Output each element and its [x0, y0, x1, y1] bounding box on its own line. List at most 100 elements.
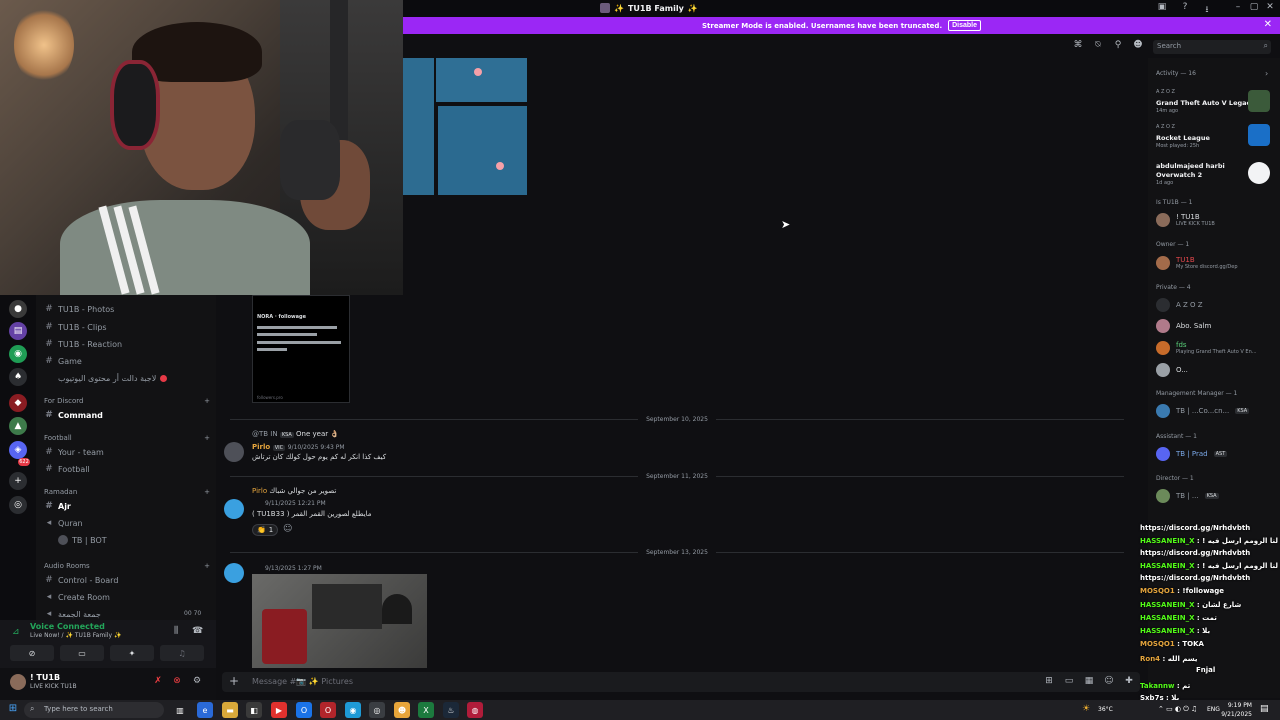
- add-reaction-icon[interactable]: ☺: [283, 524, 292, 534]
- excel-icon[interactable]: X: [418, 702, 434, 718]
- minimize-icon[interactable]: –: [1231, 2, 1245, 14]
- add-channel-icon[interactable]: +: [204, 488, 210, 496]
- avatar[interactable]: [224, 499, 244, 519]
- settings-gear-icon[interactable]: ⚙: [190, 676, 204, 690]
- noise-suppression-icon[interactable]: ⫼: [174, 626, 178, 636]
- channel-friday[interactable]: ◂ جمعة الجمعة: [44, 607, 101, 621]
- member-row[interactable]: TB | ... KSA: [1156, 488, 1219, 504]
- member-row[interactable]: O...: [1156, 362, 1188, 378]
- mute-mic-icon[interactable]: ✗: [151, 676, 165, 690]
- browser-icon[interactable]: ◉: [345, 702, 361, 718]
- close-window-icon[interactable]: ✕: [1263, 2, 1277, 14]
- channel-your-team[interactable]: # Your - team: [44, 445, 104, 459]
- gift-icon[interactable]: ⊞: [1043, 676, 1055, 688]
- download-icon[interactable]: ⭳: [1201, 2, 1213, 15]
- maximize-icon[interactable]: ▢: [1247, 2, 1261, 14]
- member-row[interactable]: A Z O Z: [1156, 297, 1203, 313]
- edge-icon[interactable]: e: [197, 702, 213, 718]
- image-attachment[interactable]: [403, 58, 434, 195]
- sticker-icon[interactable]: ▦: [1083, 676, 1095, 688]
- category-audio-rooms[interactable]: Audio Rooms +: [44, 562, 210, 570]
- member-row[interactable]: TU1B My Store discord.gg/Dep: [1156, 255, 1238, 271]
- voice-member-bot[interactable]: TB | BOT: [58, 533, 107, 547]
- banner-close-icon[interactable]: ✕: [1264, 19, 1272, 30]
- deafen-icon[interactable]: ⊗: [170, 676, 184, 690]
- channel-football[interactable]: # Football: [44, 462, 89, 476]
- notification-icon[interactable]: ▤: [1260, 704, 1269, 714]
- server-icon[interactable]: ◈: [9, 441, 27, 459]
- camera-off-button[interactable]: ⊘: [10, 645, 54, 661]
- opera-icon[interactable]: O: [320, 702, 336, 718]
- chevron-right-icon[interactable]: ›: [1265, 69, 1268, 78]
- clock-date[interactable]: 9/21/2025: [1218, 711, 1252, 718]
- twitch-server-icon[interactable]: ▤: [9, 322, 27, 340]
- member-row[interactable]: ! TU1B LIVE KICK TU1B: [1156, 212, 1215, 228]
- activity-user-name[interactable]: abdulmajeed harbi: [1156, 162, 1225, 170]
- server-icon[interactable]: ◆: [9, 394, 27, 412]
- message-input[interactable]: Message #📷 ✨ Pictures: [252, 677, 353, 686]
- member-list-icon[interactable]: ☻: [1131, 40, 1145, 54]
- add-server-icon[interactable]: +: [9, 472, 27, 490]
- channel-youtube[interactable]: لاجبة دالت أر محتوى اليوتيوب: [58, 371, 168, 385]
- store-icon[interactable]: ◧: [246, 702, 262, 718]
- pin-icon[interactable]: ⚲: [1111, 40, 1125, 54]
- channel-reaction[interactable]: # TU1B - Reaction: [44, 337, 122, 351]
- server-icon[interactable]: ●: [9, 300, 27, 318]
- message-composer[interactable]: [222, 672, 1140, 692]
- youtube-icon[interactable]: ▶: [271, 702, 287, 718]
- upload-plus-icon[interactable]: +: [229, 674, 239, 688]
- avatar[interactable]: [10, 674, 26, 690]
- channel-control-board[interactable]: # Control - Board: [44, 573, 118, 587]
- activities-button[interactable]: ✦: [110, 645, 154, 661]
- channel-game[interactable]: # Game: [44, 354, 82, 368]
- soundboard-button[interactable]: ♫: [160, 645, 204, 661]
- gif-icon[interactable]: ▭: [1063, 676, 1075, 688]
- add-channel-icon[interactable]: +: [204, 434, 210, 442]
- member-row[interactable]: TB | ...Co...cn... KSA: [1156, 403, 1250, 419]
- discover-icon[interactable]: ◎: [9, 496, 27, 514]
- member-row[interactable]: fds Playing Grand Theft Auto V En...: [1156, 340, 1257, 356]
- image-attachment[interactable]: [436, 58, 527, 104]
- tray-icons[interactable]: ⌃ ▭ ◐ ⏻ ♫: [1158, 705, 1197, 714]
- voice-channel-link[interactable]: Live Now! / ✨ TU1B Family ✨: [30, 632, 121, 639]
- server-icon[interactable]: ◉: [9, 345, 27, 363]
- add-channel-icon[interactable]: +: [204, 562, 210, 570]
- embed-screenshot[interactable]: NORA · followage followers.pro: [252, 295, 350, 403]
- reaction-clap[interactable]: 👏 1: [252, 524, 279, 536]
- channel-clips[interactable]: # TU1B - Clips: [44, 320, 106, 334]
- taskbar-search-input[interactable]: Type here to search: [24, 702, 164, 718]
- category-for-discord[interactable]: For Discord +: [44, 397, 210, 405]
- image-attachment[interactable]: [436, 106, 527, 195]
- server-icon[interactable]: ♠: [9, 368, 27, 386]
- reply-preview[interactable]: @TB IN KSA One year 👌🏼: [252, 430, 339, 438]
- threads-icon[interactable]: ⌘: [1071, 40, 1085, 54]
- outlook-icon[interactable]: O: [296, 702, 312, 718]
- channel-quran[interactable]: ◂ Quran: [44, 516, 83, 530]
- add-channel-icon[interactable]: +: [204, 397, 210, 405]
- member-row[interactable]: Abo. Salm: [1156, 318, 1211, 334]
- member-row[interactable]: TB | Prad AST: [1156, 446, 1228, 462]
- search-input[interactable]: Search: [1153, 40, 1271, 54]
- channel-command[interactable]: # Command: [44, 408, 103, 422]
- apps-icon[interactable]: ✚: [1123, 676, 1135, 688]
- app-icon[interactable]: ◍: [467, 702, 483, 718]
- activity-game[interactable]: Rocket League: [1156, 134, 1210, 142]
- windows-start-icon[interactable]: ⊞: [6, 703, 20, 717]
- disable-streamer-mode-button[interactable]: Disable: [948, 20, 982, 31]
- image-attachment[interactable]: [252, 574, 427, 668]
- help-icon[interactable]: ?: [1179, 2, 1191, 14]
- file-explorer-icon[interactable]: ▬: [222, 702, 238, 718]
- weather-temperature[interactable]: 36°C: [1098, 706, 1113, 713]
- disconnect-icon[interactable]: ☎: [192, 626, 203, 636]
- mute-notifications-icon[interactable]: ⍉: [1091, 40, 1105, 54]
- avatar[interactable]: [224, 442, 244, 462]
- app-icon[interactable]: ☻: [394, 702, 410, 718]
- category-ramadan[interactable]: Ramadan +: [44, 488, 210, 496]
- clock-time[interactable]: 9:19 PM: [1222, 702, 1252, 709]
- steam-icon[interactable]: ♨: [443, 702, 459, 718]
- task-view-icon[interactable]: ▥: [172, 702, 188, 718]
- reply-preview[interactable]: Pirlo تصوير من جوالي شباك: [252, 487, 336, 495]
- chrome-icon[interactable]: ◎: [369, 702, 385, 718]
- emoji-icon[interactable]: ☺: [1103, 676, 1115, 688]
- server-icon[interactable]: ▲: [9, 417, 27, 435]
